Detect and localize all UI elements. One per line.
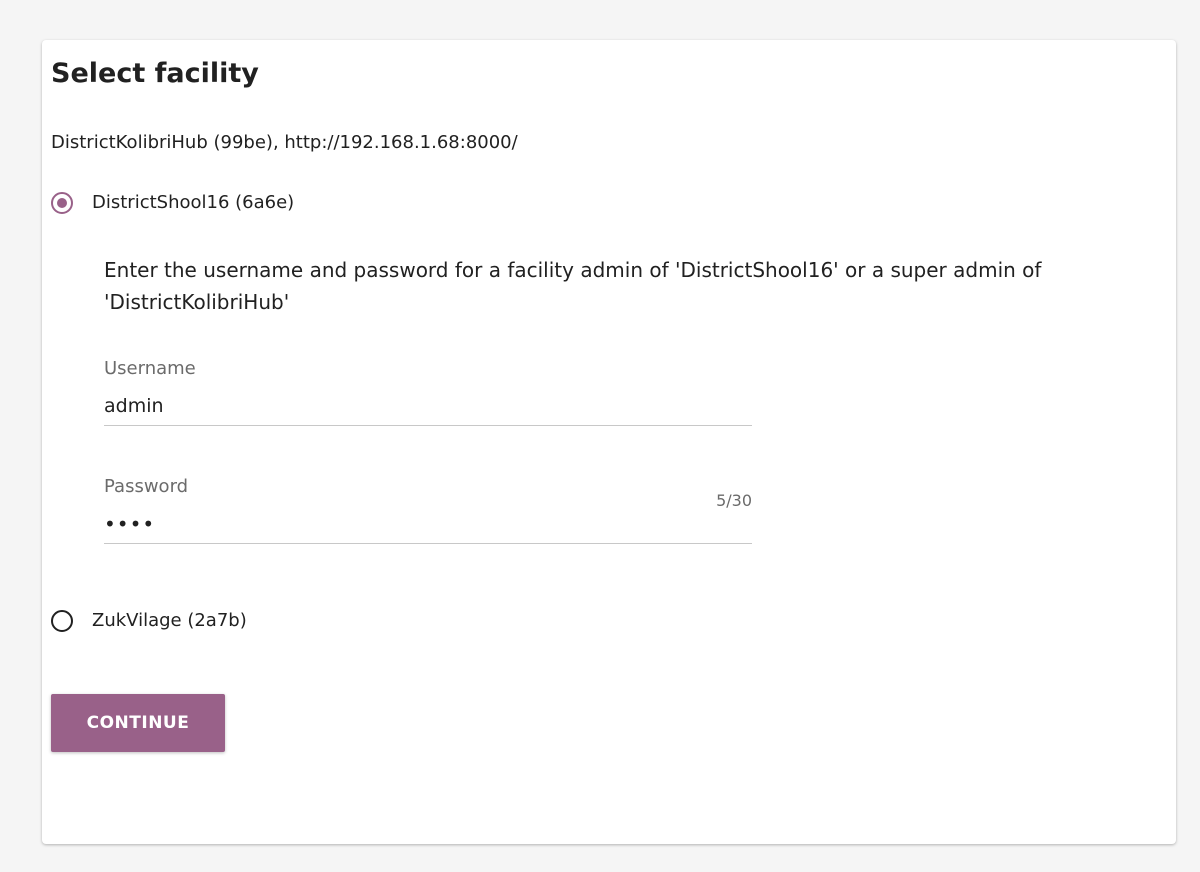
username-input[interactable] [104,386,752,426]
device-info: DistrictKolibriHub (99be), http://192.16… [51,132,518,153]
page-title: Select facility [51,58,259,89]
password-label: Password [104,476,189,497]
password-input[interactable] [104,504,752,544]
facility-option-label: DistrictShool16 (6a6e) [92,192,295,213]
username-label: Username [104,358,196,379]
username-field: Username [104,356,752,426]
radio-unchecked-icon[interactable] [51,610,73,632]
continue-button[interactable]: CONTINUE [51,694,225,752]
password-field: Password [104,474,752,544]
facility-option-districtshool16[interactable]: DistrictShool16 (6a6e) [51,190,294,216]
radio-checked-icon[interactable] [51,192,73,214]
page: Select facility DistrictKolibriHub (99be… [0,0,1200,872]
credentials-instruction: Enter the username and password for a fa… [104,258,1042,314]
facility-option-label: ZukVilage (2a7b) [92,610,247,631]
facility-option-zukvilage[interactable]: ZukVilage (2a7b) [51,608,247,634]
